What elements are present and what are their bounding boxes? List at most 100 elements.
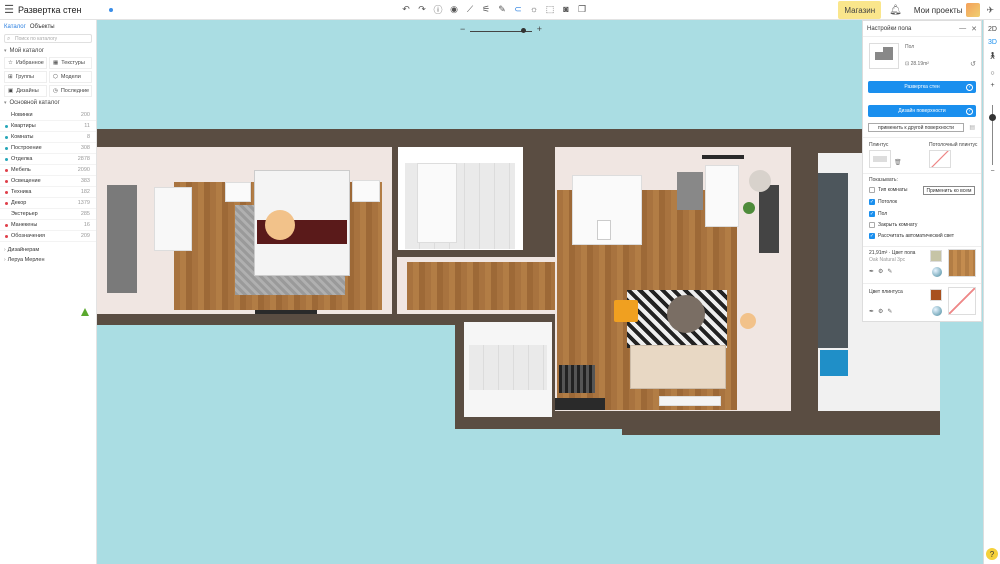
ruler-icon[interactable]: ⚟ [480,3,492,15]
category-item[interactable]: Техника 182 [0,187,96,198]
nightstand-left[interactable] [225,182,251,202]
mode-3d-button[interactable]: 3D [986,39,999,46]
plinth-color-swatch[interactable] [930,289,942,301]
help-icon[interactable]: ? [966,83,973,91]
category-item[interactable]: Манекены 16 [0,220,96,231]
sun-icon[interactable]: ☼ [528,3,540,15]
tab-catalog[interactable]: Каталог [4,24,26,30]
checkbox[interactable]: ✓ [869,211,875,217]
apply-other-surface-button[interactable]: применить к другой поверхности [868,123,964,132]
quick-favorites[interactable]: ☆ Избранное [4,57,47,69]
brush-icon[interactable]: ✎ [887,268,892,275]
category-item[interactable]: Построение 308 [0,143,96,154]
catalog-search-input[interactable]: ⌕ Поиск по каталогу [4,34,92,43]
ceiling-plinth-preview[interactable] [929,150,951,168]
undo-icon[interactable]: ↶ [400,3,412,15]
show-option[interactable]: Тип комнаты [869,187,908,193]
eyedropper-icon[interactable]: ✒ [869,268,874,275]
my-catalog-header[interactable]: ▾ Мой каталог [0,45,96,57]
show-option[interactable]: ✓ Рассчитать автоматический свет [869,233,954,239]
side-table[interactable] [749,170,771,192]
plinth-texture-swatch[interactable] [948,287,976,315]
checkbox[interactable] [869,187,875,193]
project-title[interactable]: Развертка стен [18,5,82,15]
camera-icon[interactable]: ◙ [560,3,572,15]
paint-icon[interactable]: ✎ [496,3,508,15]
redo-icon[interactable]: ↷ [416,3,428,15]
category-item[interactable]: Квартиры 11 [0,121,96,132]
yellow-armchair[interactable] [614,300,638,322]
main-catalog-header[interactable]: ▾ Основной каталог [0,97,96,109]
reset-icon[interactable]: ↺ [970,60,976,68]
show-option[interactable]: Закрыть комнату [869,222,917,228]
avatar[interactable] [966,3,981,17]
floor-texture-swatch[interactable] [948,249,976,277]
blue-chair[interactable] [820,350,848,376]
views-icon[interactable]: ❐ [576,3,588,15]
zoom-plus-icon[interactable]: + [986,82,999,89]
shelving[interactable] [759,185,779,253]
chair[interactable] [597,220,611,240]
wall-unfold-button[interactable]: Развертка стен ? [868,81,976,93]
category-item[interactable]: Новинки 200 [0,110,96,121]
category-item[interactable]: Освещение 383 [0,176,96,187]
plinth-preview[interactable] [869,150,891,168]
nightstand-right[interactable] [352,180,380,202]
magnet-icon[interactable]: ⊂ [512,3,524,15]
zoom-knob[interactable] [520,28,526,33]
wardrobe[interactable] [107,185,137,293]
category-item[interactable]: Отделка 2878 [0,154,96,165]
floor-lamp[interactable] [740,313,756,329]
measure-icon[interactable]: ⟋ [464,3,476,15]
zoom-slider[interactable]: − + [460,24,542,35]
quick-models[interactable]: ⬡ Модели [49,71,92,83]
leroy-item[interactable]: › Леруа Мерлен [0,255,96,265]
apply-all-button[interactable]: Применить ко всем [923,186,975,195]
checkbox[interactable] [869,222,875,228]
settings-icon[interactable]: ⚙ [878,268,883,275]
plant[interactable] [743,202,755,214]
info-icon[interactable]: ⓘ [432,3,444,15]
quick-textures[interactable]: ▦ Текстуры [49,57,92,69]
quick-recent[interactable]: ◷ Последние [49,85,92,97]
brush-icon[interactable]: ✎ [887,308,892,315]
category-item[interactable]: Обозначения 209 [0,231,96,242]
designers-item[interactable]: › Дизайнерам [0,245,96,255]
bell-icon[interactable]: 🔔︎ [889,5,902,16]
quick-groups[interactable]: ⊞ Группы [4,71,47,83]
copy-icon[interactable]: ▤ [969,124,975,131]
surface-design-button[interactable]: Дизайн поверхности ? [868,105,976,117]
close-icon[interactable]: ✕ [971,25,977,33]
bedroom-lamp[interactable] [265,210,295,240]
pin-icon[interactable]: ✈ [986,5,994,16]
coffee-table[interactable] [667,295,705,333]
show-option[interactable]: ✓ Пол [869,211,887,217]
desk[interactable] [154,187,192,251]
material-ball-icon[interactable] [932,267,942,277]
zoom-out-icon[interactable]: − [460,24,465,34]
checkbox[interactable]: ✓ [869,199,875,205]
help-button[interactable]: ? [986,548,998,560]
my-projects-link[interactable]: Мои проекты [914,6,963,15]
category-item[interactable]: Экстерьер 285 [0,209,96,220]
help-icon[interactable]: ? [966,107,973,115]
zoom-in-icon[interactable]: + [537,24,542,34]
dining-table[interactable] [705,165,739,227]
walk-icon[interactable]: 🚶︎ [986,52,999,60]
eye-icon[interactable]: ◉ [448,3,460,15]
shop-button[interactable]: Магазин [838,1,882,19]
orbit-icon[interactable]: ○ [986,70,999,77]
trash-icon[interactable]: 🗑︎ [894,159,902,166]
minimize-icon[interactable]: — [959,25,966,32]
category-item[interactable]: Мебель 2090 [0,165,96,176]
quick-designs[interactable]: ▣ Дизайны [4,85,47,97]
bathtub[interactable] [417,163,457,243]
mode-2d-button[interactable]: 2D [986,26,999,33]
category-item[interactable]: Комнаты 8 [0,132,96,143]
material-ball-icon[interactable] [932,306,942,316]
zoom-minus-icon[interactable]: − [986,168,999,175]
sofa[interactable] [630,345,726,389]
checkbox[interactable]: ✓ [869,233,875,239]
tab-objects[interactable]: Объекты [30,24,55,30]
vertical-slider-knob[interactable] [989,114,996,121]
